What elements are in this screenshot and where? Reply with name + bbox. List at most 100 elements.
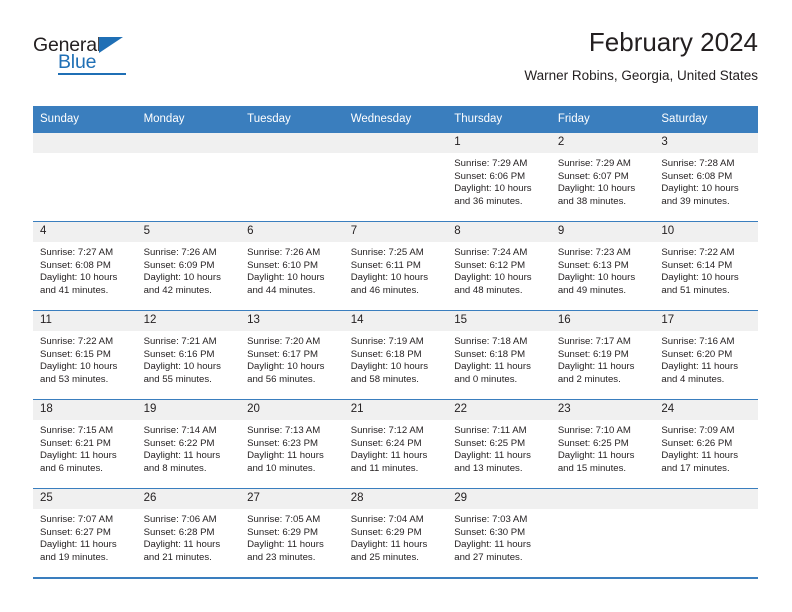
calendar-table: Sunday Monday Tuesday Wednesday Thursday… xyxy=(33,106,758,577)
sunrise-text: Sunrise: 7:18 AM xyxy=(454,336,528,347)
sunset-text: Sunset: 6:27 PM xyxy=(40,526,111,538)
calendar-week-row: 11 Sunrise: 7:22 AM Sunset: 6:15 PM Dayligh… xyxy=(33,310,758,400)
calendar-day-cell[interactable]: 16 Sunrise: 7:17 AM Sunset: 6:19 PM Dayligh… xyxy=(550,310,655,400)
day-number: 13 xyxy=(240,311,344,331)
calendar-day-cell[interactable]: 13 Sunrise: 7:20 AM Sunset: 6:17 PM Dayligh… xyxy=(240,310,344,400)
calendar-day-cell[interactable]: 7 Sunrise: 7:25 AM Sunset: 6:11 PM Daylight… xyxy=(343,221,448,311)
calendar-day-cell[interactable]: 28 Sunrise: 7:04 AM Sunset: 6:29 PM Dayligh… xyxy=(343,488,448,577)
calendar-day-cell[interactable]: 1 Sunrise: 7:29 AM Sunset: 6:06 PM Daylight… xyxy=(447,132,551,222)
day-details: Sunrise: 7:28 AM Sunset: 6:08 PM Daylight:… xyxy=(654,153,758,208)
calendar-day-cell[interactable]: 2 Sunrise: 7:29 AM Sunset: 6:07 PM Daylight… xyxy=(550,132,655,222)
calendar-day-cell[interactable]: 8 Sunrise: 7:24 AM Sunset: 6:12 PM Daylight… xyxy=(447,221,551,311)
calendar-day-cell[interactable]: 4 Sunrise: 7:27 AM Sunset: 6:08 PM Daylight… xyxy=(33,221,137,311)
day-details: Sunrise: 7:14 AM Sunset: 6:22 PM Daylight:… xyxy=(137,420,241,475)
daylight-text-line2: and 15 minutes. xyxy=(557,462,627,474)
calendar-day-cell[interactable]: 27 Sunrise: 7:05 AM Sunset: 6:29 PM Dayligh… xyxy=(240,488,344,577)
day-number: 15 xyxy=(447,311,551,331)
sunrise-text: Sunrise: 7:22 AM xyxy=(40,336,114,347)
calendar-day-cell-empty xyxy=(550,488,655,577)
weekday-header-sunday: Sunday xyxy=(33,106,137,133)
day-number: 8 xyxy=(447,222,551,242)
page-subtitle: Warner Robins, Georgia, United States xyxy=(524,68,758,83)
weekday-header-wednesday: Wednesday xyxy=(343,106,448,133)
day-details: Sunrise: 7:25 AM Sunset: 6:11 PM Daylight:… xyxy=(344,242,448,297)
day-details: Sunrise: 7:06 AM Sunset: 6:28 PM Daylight:… xyxy=(137,509,241,564)
sunset-text: Sunset: 6:16 PM xyxy=(143,348,215,360)
day-details: Sunrise: 7:16 AM Sunset: 6:20 PM Daylight:… xyxy=(654,331,758,386)
daylight-text-line2: and 17 minutes. xyxy=(661,462,730,474)
daylight-text-line1: Daylight: 10 hours xyxy=(143,361,221,373)
day-details: Sunrise: 7:09 AM Sunset: 6:26 PM Daylight:… xyxy=(654,420,758,475)
daylight-text-line1: Daylight: 11 hours xyxy=(247,450,324,462)
daylight-text-line1: Daylight: 11 hours xyxy=(350,539,428,551)
calendar-day-cell-empty xyxy=(136,132,241,222)
calendar-day-cell[interactable]: 21 Sunrise: 7:12 AM Sunset: 6:24 PM Dayligh… xyxy=(343,399,448,489)
daylight-text-line2: and 42 minutes. xyxy=(143,284,212,296)
daylight-text-line2: and 27 minutes. xyxy=(454,551,523,563)
daylight-text-line1: Daylight: 11 hours xyxy=(350,450,428,462)
day-number: 23 xyxy=(550,400,655,420)
calendar-day-cell[interactable]: 19 Sunrise: 7:14 AM Sunset: 6:22 PM Dayligh… xyxy=(136,399,241,489)
calendar-day-cell[interactable]: 11 Sunrise: 7:22 AM Sunset: 6:15 PM Dayligh… xyxy=(33,310,137,400)
daylight-text-line1: Daylight: 10 hours xyxy=(247,361,325,373)
calendar-body: 1 Sunrise: 7:29 AM Sunset: 6:06 PM Daylight… xyxy=(33,132,758,577)
calendar-day-cell[interactable]: 12 Sunrise: 7:21 AM Sunset: 6:16 PM Dayligh… xyxy=(136,310,241,400)
weekday-header-saturday: Saturday xyxy=(654,106,758,133)
sunrise-text: Sunrise: 7:29 AM xyxy=(454,158,528,169)
sunset-text: Sunset: 6:19 PM xyxy=(557,348,629,360)
calendar-day-cell[interactable]: 25 Sunrise: 7:07 AM Sunset: 6:27 PM Dayligh… xyxy=(33,488,137,577)
daylight-text-line2: and 46 minutes. xyxy=(350,284,419,296)
calendar-bottom-rule xyxy=(33,577,758,579)
calendar-day-cell[interactable]: 9 Sunrise: 7:23 AM Sunset: 6:13 PM Daylight… xyxy=(550,221,655,311)
sunset-text: Sunset: 6:25 PM xyxy=(557,437,629,449)
daylight-text-line2: and 11 minutes. xyxy=(350,462,419,474)
day-details: Sunrise: 7:07 AM Sunset: 6:27 PM Daylight:… xyxy=(33,509,137,564)
day-details: Sunrise: 7:22 AM Sunset: 6:14 PM Daylight:… xyxy=(654,242,758,297)
daylight-text-line2: and 8 minutes. xyxy=(143,462,207,474)
calendar-day-cell[interactable]: 15 Sunrise: 7:18 AM Sunset: 6:18 PM Dayligh… xyxy=(447,310,551,400)
calendar-day-cell[interactable]: 10 Sunrise: 7:22 AM Sunset: 6:14 PM Dayligh… xyxy=(654,221,758,311)
daylight-text-line2: and 0 minutes. xyxy=(454,373,518,385)
day-number: 11 xyxy=(33,311,137,331)
calendar-day-cell[interactable]: 23 Sunrise: 7:10 AM Sunset: 6:25 PM Dayligh… xyxy=(550,399,655,489)
calendar-day-cell[interactable]: 26 Sunrise: 7:06 AM Sunset: 6:28 PM Dayligh… xyxy=(136,488,241,577)
day-details: Sunrise: 7:12 AM Sunset: 6:24 PM Daylight:… xyxy=(344,420,448,475)
sunrise-text: Sunrise: 7:25 AM xyxy=(350,247,424,258)
general-blue-logo[interactable]: General Blue xyxy=(33,34,153,82)
daylight-text-line1: Daylight: 11 hours xyxy=(454,539,531,551)
day-details: Sunrise: 7:29 AM Sunset: 6:07 PM Daylight:… xyxy=(551,153,655,208)
calendar-day-cell[interactable]: 18 Sunrise: 7:15 AM Sunset: 6:21 PM Dayligh… xyxy=(33,399,137,489)
day-details: Sunrise: 7:10 AM Sunset: 6:25 PM Daylight:… xyxy=(551,420,655,475)
daylight-text-line1: Daylight: 10 hours xyxy=(454,183,532,195)
logo-underline xyxy=(58,73,126,75)
sunset-text: Sunset: 6:23 PM xyxy=(247,437,319,449)
sunrise-text: Sunrise: 7:05 AM xyxy=(247,514,321,525)
sunrise-text: Sunrise: 7:26 AM xyxy=(247,247,321,258)
daylight-text-line2: and 2 minutes. xyxy=(557,373,621,385)
calendar-day-cell[interactable]: 29 Sunrise: 7:03 AM Sunset: 6:30 PM Dayligh… xyxy=(447,488,551,577)
day-number: 21 xyxy=(343,400,448,420)
daylight-text-line2: and 10 minutes. xyxy=(247,462,316,474)
day-number: 12 xyxy=(136,311,241,331)
daylight-text-line1: Daylight: 10 hours xyxy=(661,272,739,284)
calendar-week-row: 25 Sunrise: 7:07 AM Sunset: 6:27 PM Dayligh… xyxy=(33,488,758,577)
sunrise-text: Sunrise: 7:26 AM xyxy=(143,247,217,258)
sunset-text: Sunset: 6:18 PM xyxy=(350,348,422,360)
sunrise-text: Sunrise: 7:06 AM xyxy=(143,514,217,525)
day-number: 10 xyxy=(654,222,758,242)
day-number: 20 xyxy=(240,400,344,420)
calendar-day-cell[interactable]: 6 Sunrise: 7:26 AM Sunset: 6:10 PM Daylight… xyxy=(240,221,344,311)
calendar-day-cell[interactable]: 3 Sunrise: 7:28 AM Sunset: 6:08 PM Daylight… xyxy=(654,132,758,222)
calendar-day-cell[interactable]: 5 Sunrise: 7:26 AM Sunset: 6:09 PM Daylight… xyxy=(136,221,241,311)
calendar-week-row: 18 Sunrise: 7:15 AM Sunset: 6:21 PM Dayligh… xyxy=(33,399,758,489)
calendar-day-cell[interactable]: 22 Sunrise: 7:11 AM Sunset: 6:25 PM Dayligh… xyxy=(447,399,551,489)
sunset-text: Sunset: 6:08 PM xyxy=(40,259,111,271)
calendar-day-cell[interactable]: 24 Sunrise: 7:09 AM Sunset: 6:26 PM Dayligh… xyxy=(654,399,758,489)
calendar-day-cell[interactable]: 17 Sunrise: 7:16 AM Sunset: 6:20 PM Dayligh… xyxy=(654,310,758,400)
blue-triangle-icon xyxy=(99,36,123,53)
day-details: Sunrise: 7:13 AM Sunset: 6:23 PM Daylight:… xyxy=(240,420,344,475)
calendar-day-cell[interactable]: 20 Sunrise: 7:13 AM Sunset: 6:23 PM Dayligh… xyxy=(240,399,344,489)
sunset-text: Sunset: 6:15 PM xyxy=(40,348,111,360)
calendar-day-cell[interactable]: 14 Sunrise: 7:19 AM Sunset: 6:18 PM Dayligh… xyxy=(343,310,448,400)
day-details: Sunrise: 7:19 AM Sunset: 6:18 PM Daylight:… xyxy=(344,331,448,386)
